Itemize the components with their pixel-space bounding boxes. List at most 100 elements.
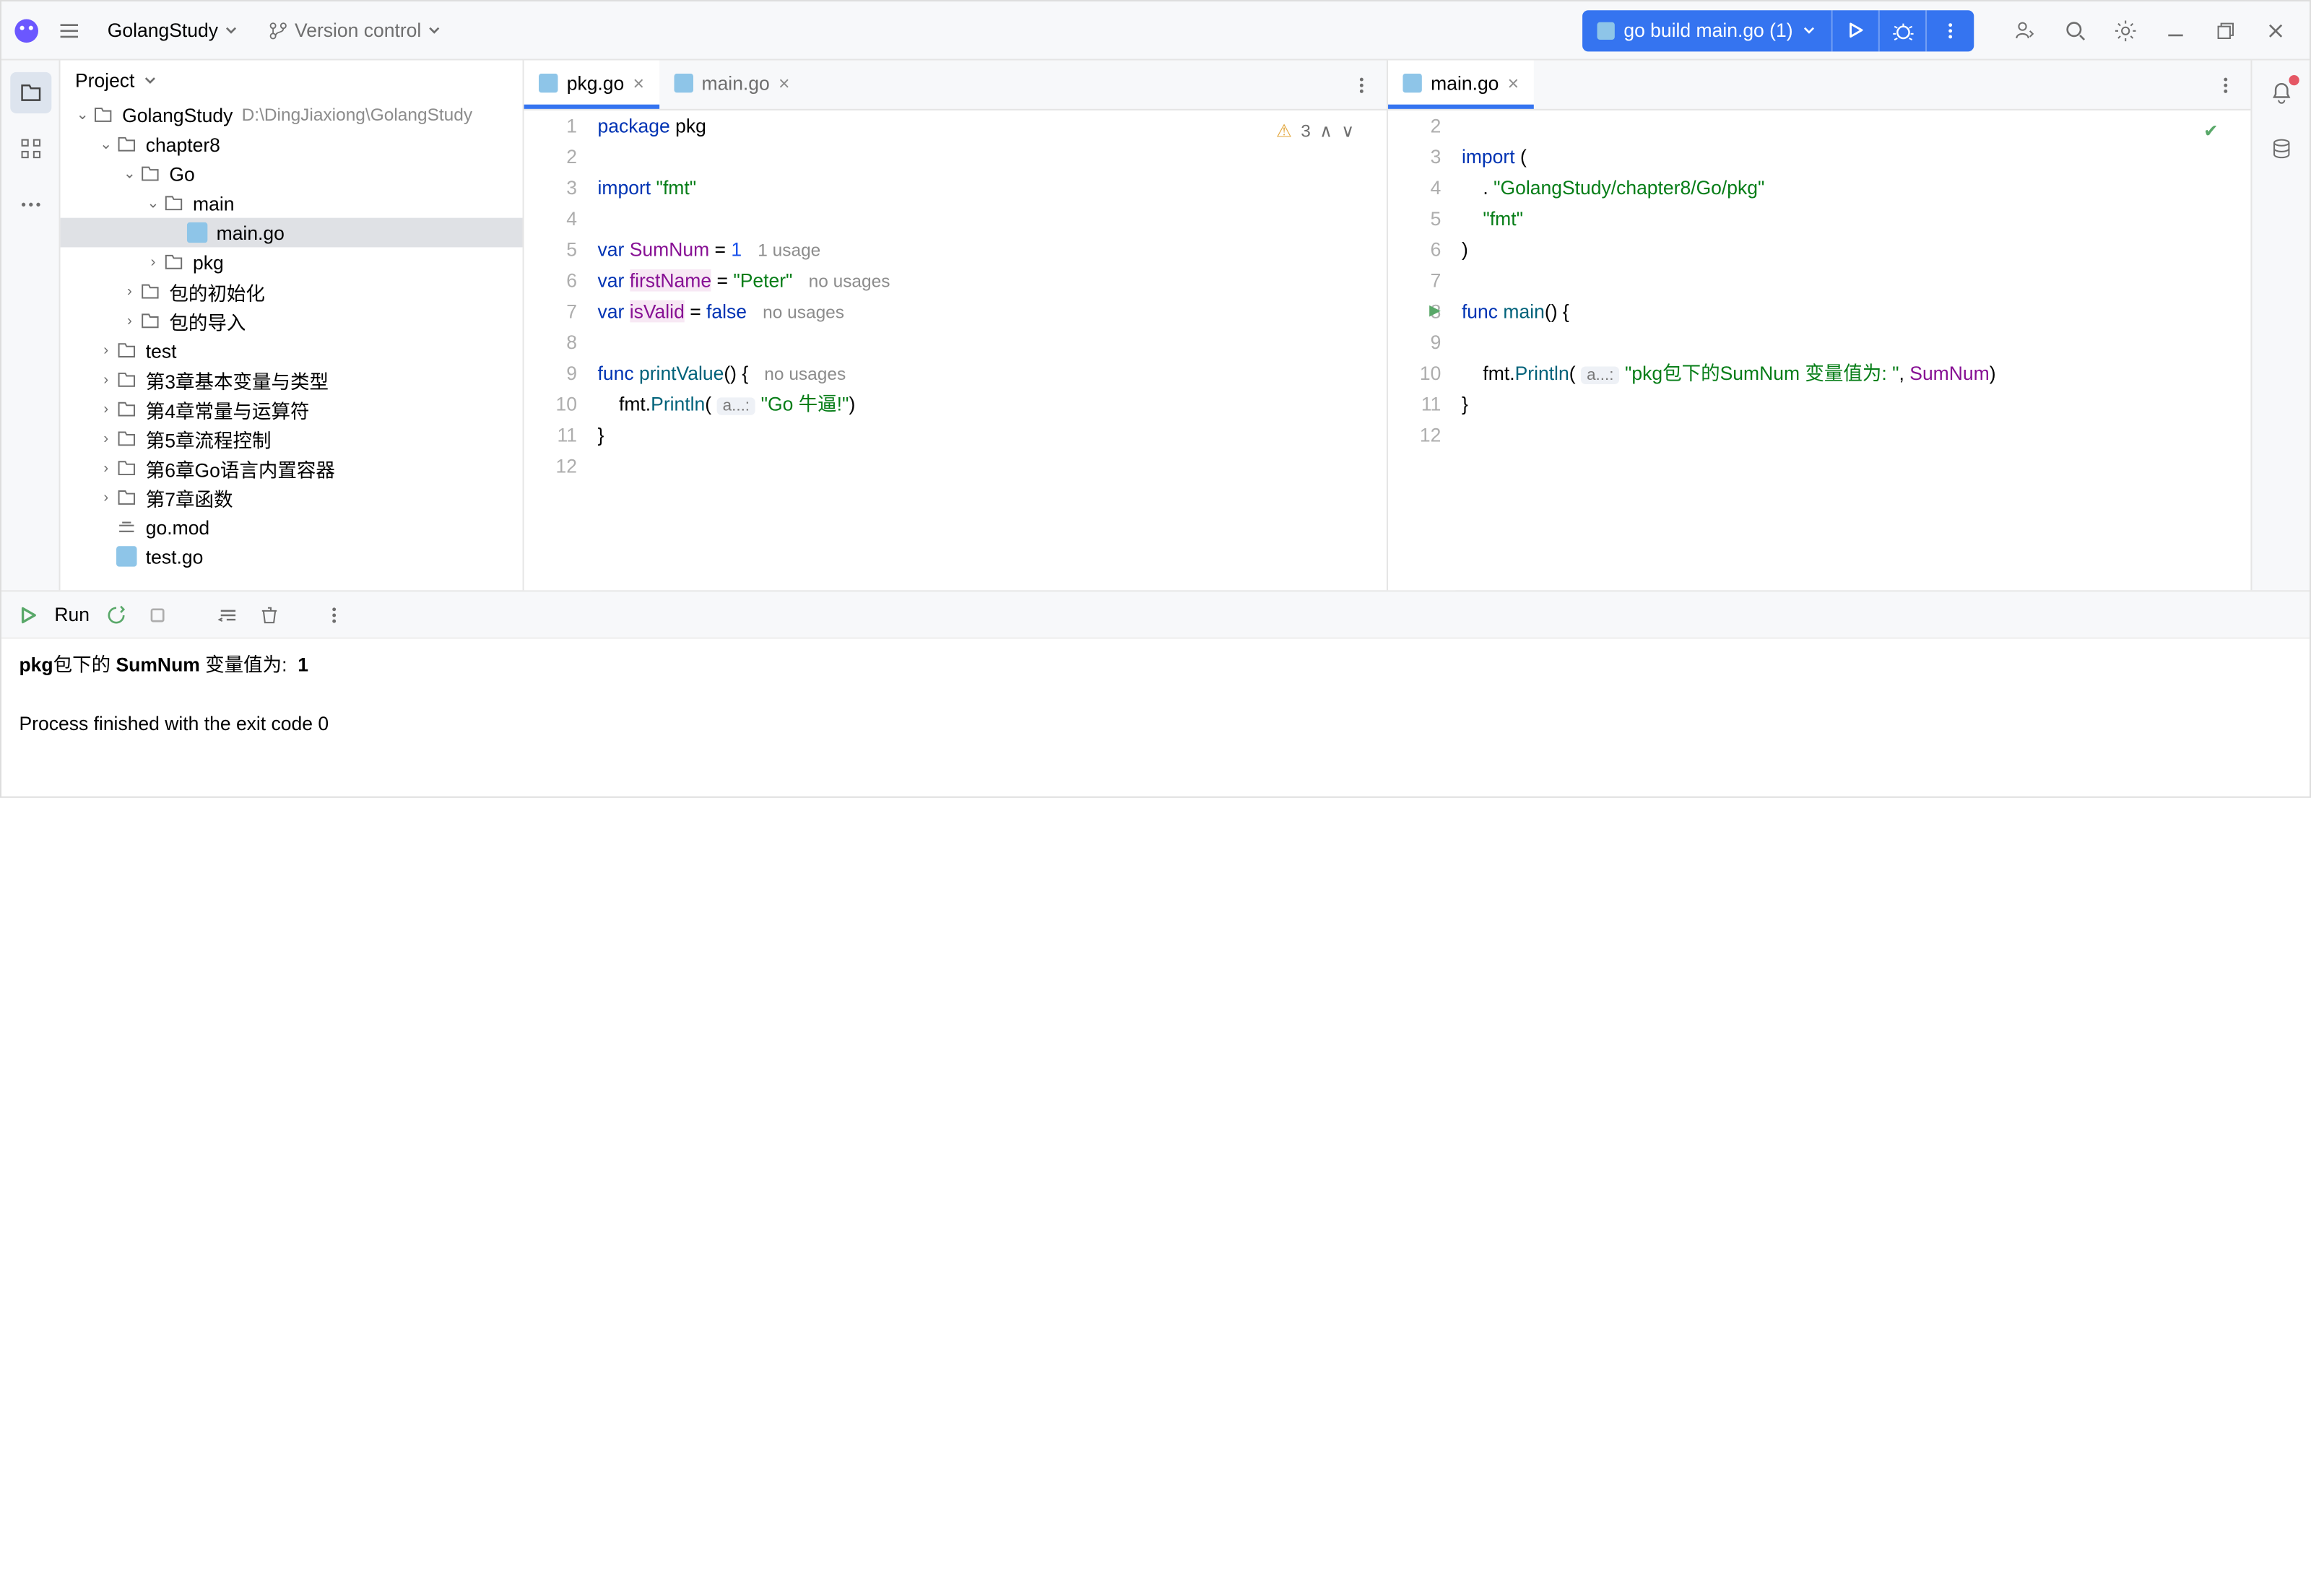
tree-row[interactable]: ›pkg <box>61 247 523 277</box>
chevron-right-icon[interactable]: › <box>95 372 116 388</box>
code-line[interactable]: } <box>598 420 1387 451</box>
code-line[interactable]: ) <box>1462 234 2250 265</box>
close-tab-icon[interactable]: × <box>633 71 644 94</box>
chevron-right-icon[interactable]: › <box>95 342 116 358</box>
tab-menu-icon[interactable] <box>1337 74 1387 95</box>
run-panel: Run pkg包下的 SumNum 变量值为: 1 Process finish… <box>1 590 2310 796</box>
tree-row[interactable]: ›第4章常量与运算符 <box>61 394 523 424</box>
editor-tab[interactable]: pkg.go× <box>524 61 659 109</box>
code-line[interactable]: . "GolangStudy/chapter8/Go/pkg" <box>1462 172 2250 203</box>
code-line[interactable] <box>1462 265 2250 296</box>
chevron-down-icon[interactable]: ⌄ <box>72 107 93 123</box>
structure-tool-icon[interactable] <box>9 128 51 169</box>
code-line[interactable]: } <box>1462 389 2250 420</box>
chevron-right-icon[interactable]: › <box>95 460 116 476</box>
more-tools-icon[interactable] <box>9 184 51 225</box>
notifications-icon[interactable] <box>2260 72 2302 113</box>
run-config-selector[interactable]: go build main.go (1) <box>1582 9 1832 51</box>
code-line[interactable] <box>598 451 1387 482</box>
chevron-right-icon[interactable]: › <box>95 430 116 446</box>
tree-row[interactable]: test.go <box>61 542 523 571</box>
folder-icon <box>140 163 164 184</box>
inspection-widget[interactable]: ⚠ 3 ∧ ∨ <box>1276 116 1354 147</box>
chevron-down-icon[interactable]: ⌄ <box>119 165 140 181</box>
gutter-right[interactable]: 2345678▶9101112 <box>1388 110 1456 590</box>
chevron-right-icon[interactable]: › <box>95 490 116 506</box>
debug-button[interactable] <box>1880 9 1927 51</box>
chevron-right-icon[interactable]: › <box>95 401 116 417</box>
tree-row[interactable]: ›包的初始化 <box>61 277 523 306</box>
tree-row[interactable]: ⌄GolangStudyD:\DingJiaxiong\GolangStudy <box>61 100 523 130</box>
tree-row[interactable]: ⌄main <box>61 188 523 218</box>
code-line[interactable]: var firstName = "Peter" no usages <box>598 265 1387 296</box>
inspection-widget[interactable]: ✔ <box>2203 116 2219 147</box>
settings-icon[interactable] <box>2104 8 2148 52</box>
code-line[interactable]: import "fmt" <box>598 172 1387 203</box>
editor-tab[interactable]: main.go× <box>659 61 804 109</box>
version-control-selector[interactable]: Version control <box>259 13 451 47</box>
tree-row[interactable]: ›包的导入 <box>61 306 523 336</box>
tree-row[interactable]: ›第5章流程控制 <box>61 424 523 454</box>
database-tool-icon[interactable] <box>2260 128 2302 169</box>
tree-row[interactable]: ⌄Go <box>61 159 523 188</box>
code-line[interactable]: var SumNum = 1 1 usage <box>598 234 1387 265</box>
code-line[interactable]: "fmt" <box>1462 203 2250 234</box>
tab-menu-icon[interactable] <box>2201 74 2250 95</box>
tree-row[interactable]: go.mod <box>61 512 523 542</box>
code-line[interactable]: fmt.Println( a...: "pkg包下的SumNum 变量值为: "… <box>1462 357 2250 389</box>
gutter-run-icon[interactable]: ▶ <box>1429 296 1441 327</box>
prev-highlight-icon[interactable]: ∧ <box>1319 116 1332 147</box>
chevron-down-icon[interactable]: ⌄ <box>143 195 164 211</box>
code-line[interactable] <box>1462 110 2250 142</box>
tree-row[interactable]: ⌄chapter8 <box>61 129 523 159</box>
code-line[interactable]: func main() { <box>1462 296 2250 327</box>
code-line[interactable] <box>1462 326 2250 357</box>
code-line[interactable] <box>598 203 1387 234</box>
tree-row[interactable]: main.go <box>61 218 523 248</box>
run-tool-icon[interactable] <box>13 600 43 630</box>
tree-row[interactable]: ›第3章基本变量与类型 <box>61 365 523 394</box>
tree-row[interactable]: ›第6章Go语言内置容器 <box>61 454 523 483</box>
code-line[interactable] <box>598 326 1387 357</box>
project-selector[interactable]: GolangStudy <box>99 13 248 47</box>
chevron-right-icon[interactable]: › <box>143 254 164 270</box>
next-highlight-icon[interactable]: ∨ <box>1341 116 1354 147</box>
run-button[interactable] <box>1833 9 1880 51</box>
stop-icon[interactable] <box>142 600 172 630</box>
chevron-right-icon[interactable]: › <box>119 283 140 299</box>
tree-row[interactable]: ›test <box>61 336 523 365</box>
layout-icon[interactable] <box>213 600 243 630</box>
code-line[interactable]: import ( <box>1462 142 2250 173</box>
code-line[interactable]: package pkg <box>598 110 1387 142</box>
main-menu-icon[interactable] <box>51 12 87 48</box>
code-line[interactable]: fmt.Println( a...: "Go 牛逼!") <box>598 389 1387 420</box>
restore-icon[interactable] <box>2203 8 2247 52</box>
code-editor-left[interactable]: ⚠ 3 ∧ ∨ 123456789101112 package pkg impor… <box>524 110 1387 590</box>
code-line[interactable] <box>1462 420 2250 451</box>
project-tool-icon[interactable] <box>9 72 51 113</box>
delete-icon[interactable] <box>254 600 284 630</box>
close-window-icon[interactable] <box>2254 8 2298 52</box>
chevron-down-icon[interactable]: ⌄ <box>95 136 116 152</box>
editor-tab[interactable]: main.go× <box>1388 61 1533 109</box>
code-editor-right[interactable]: ✔ 2345678▶9101112 import ( . "GolangStud… <box>1388 110 2250 590</box>
close-tab-icon[interactable]: × <box>1508 71 1519 94</box>
tree-row[interactable]: ›第7章函数 <box>61 483 523 513</box>
project-tree[interactable]: ⌄GolangStudyD:\DingJiaxiong\GolangStudy⌄… <box>61 100 523 591</box>
project-panel-header[interactable]: Project <box>61 61 523 100</box>
search-everywhere-icon[interactable] <box>2053 8 2097 52</box>
gutter-left[interactable]: 123456789101112 <box>524 110 592 590</box>
run-more-icon[interactable] <box>319 600 349 630</box>
more-actions-button[interactable] <box>1927 9 1974 51</box>
code-line[interactable] <box>598 142 1387 173</box>
code-line[interactable]: func printValue() { no usages <box>598 357 1387 389</box>
run-output[interactable]: pkg包下的 SumNum 变量值为: 1 Process finished w… <box>1 639 2310 797</box>
rerun-icon[interactable] <box>101 600 131 630</box>
folder-icon <box>92 105 116 126</box>
minimize-icon[interactable] <box>2154 8 2198 52</box>
code-with-me-icon[interactable] <box>2003 8 2047 52</box>
branch-icon <box>268 20 289 41</box>
close-tab-icon[interactable]: × <box>779 71 789 94</box>
chevron-right-icon[interactable]: › <box>119 313 140 329</box>
code-line[interactable]: var isValid = false no usages <box>598 296 1387 327</box>
